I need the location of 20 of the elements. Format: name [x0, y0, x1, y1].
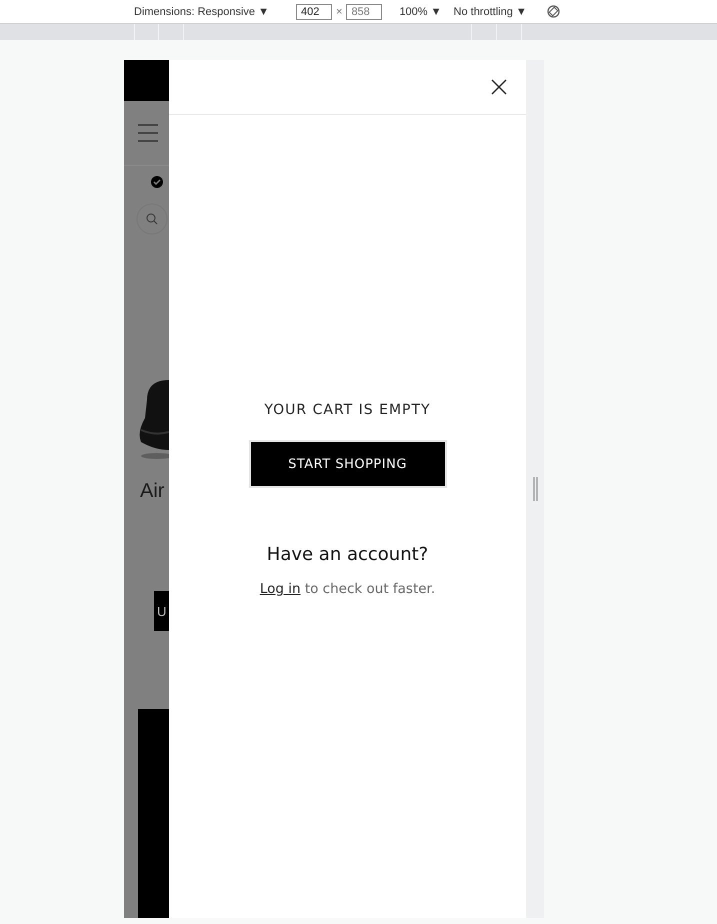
height-field[interactable]: 858 — [346, 4, 382, 20]
rotate-icon[interactable] — [546, 5, 560, 18]
login-text: Log in to check out faster. — [260, 581, 436, 597]
empty-cart-title: YOUR CART IS EMPTY — [264, 402, 431, 418]
times-sign: × — [336, 6, 342, 18]
announcement-bar — [124, 60, 169, 101]
width-field[interactable]: 402 — [296, 4, 332, 20]
account-heading: Have an account? — [266, 544, 428, 565]
throttling-dropdown[interactable]: No throttling ▼ — [454, 6, 527, 18]
zoom-dropdown[interactable]: 100% ▼ — [399, 6, 442, 18]
check-icon — [151, 176, 163, 188]
close-button[interactable] — [490, 78, 508, 96]
menu-icon[interactable] — [138, 124, 158, 142]
grip-icon[interactable] — [532, 477, 538, 501]
resize-handle[interactable] — [526, 60, 544, 918]
start-shopping-button[interactable]: START SHOPPING — [248, 440, 446, 488]
zoom-icon[interactable] — [136, 203, 168, 235]
product-title: Air — [140, 480, 166, 503]
dimensions-dropdown[interactable]: Dimensions: Responsive ▼ — [134, 6, 269, 18]
login-link[interactable]: Log in — [260, 581, 301, 597]
